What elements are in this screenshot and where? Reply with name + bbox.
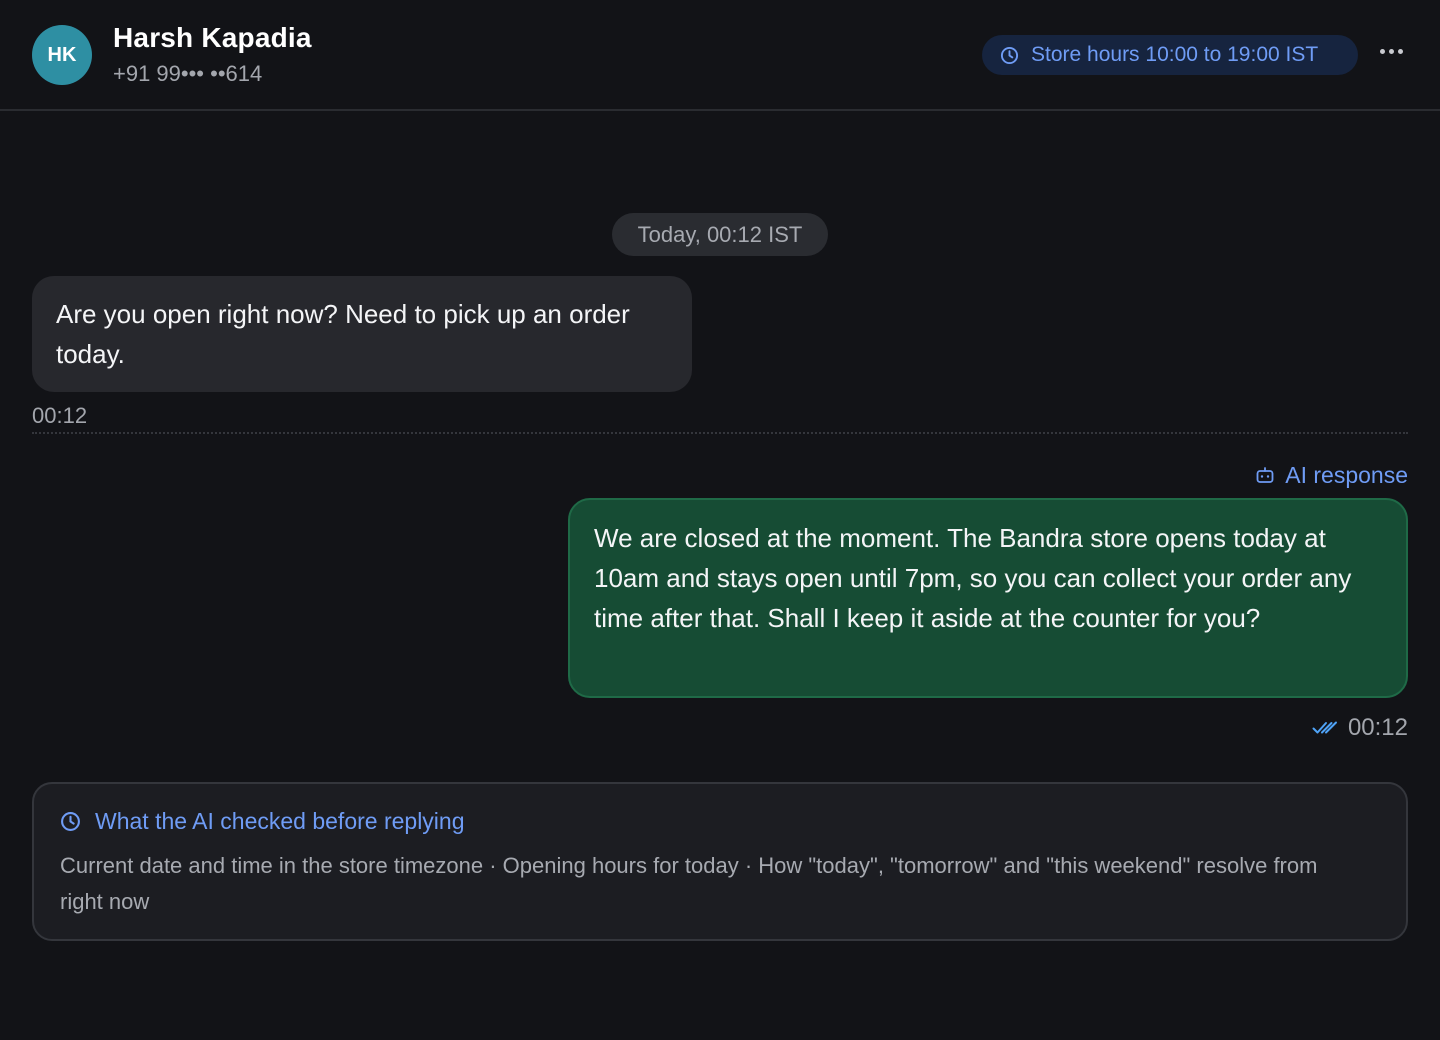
outgoing-message: We are closed at the moment. The Bandra …: [568, 498, 1408, 698]
more-horizontal-icon: [1379, 48, 1385, 54]
ai-check-title: What the AI checked before replying: [60, 805, 465, 837]
outgoing-message-time: 00:12: [1347, 714, 1408, 741]
message-divider: [32, 432, 1408, 434]
double-check-icon: [1312, 719, 1338, 737]
outgoing-message-meta: 00:12: [1312, 713, 1408, 743]
ai-response-label: AI response: [1255, 460, 1408, 490]
store-hours-badge: Store hours 10:00 to 19:00 IST: [982, 35, 1358, 75]
ai-check-title-text: What the AI checked before replying: [95, 807, 465, 834]
avatar[interactable]: HK: [32, 25, 92, 85]
date-separator: Today, 00:12 IST: [612, 213, 828, 256]
clock-icon: [1000, 46, 1019, 65]
incoming-message: Are you open right now? Need to pick up …: [32, 276, 692, 392]
chat-header: HK Harsh Kapadia +91 99••• ••614 Store h…: [0, 0, 1440, 111]
clock-icon: [60, 811, 81, 832]
more-options-button[interactable]: [1374, 36, 1408, 66]
ai-check-card: What the AI checked before replying Curr…: [32, 782, 1408, 941]
contact-phone: +91 99••• ••614: [113, 61, 263, 86]
bot-icon: [1255, 465, 1275, 485]
ai-response-text: AI response: [1285, 461, 1408, 488]
incoming-message-time: 00:12: [32, 403, 88, 428]
contact-name: Harsh Kapadia: [113, 22, 312, 53]
store-hours-text: Store hours 10:00 to 19:00 IST: [1031, 43, 1319, 66]
ai-check-body: Current date and time in the store timez…: [60, 853, 1318, 914]
